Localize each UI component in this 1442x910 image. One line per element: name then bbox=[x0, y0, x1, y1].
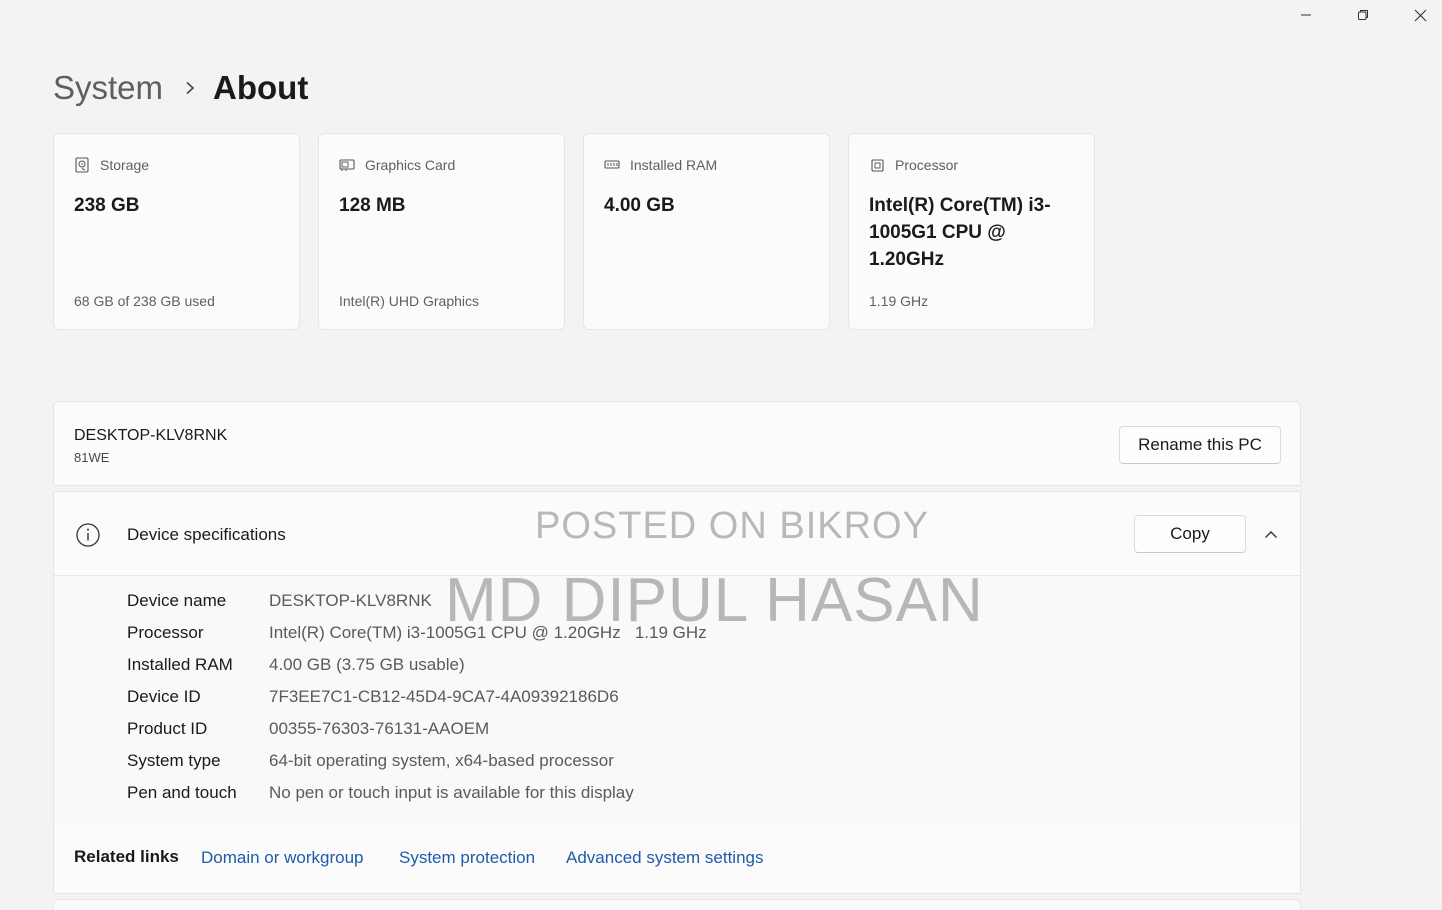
minimize-icon bbox=[1301, 14, 1311, 16]
system-protection-link[interactable]: System protection bbox=[399, 848, 535, 868]
spec-key: Product ID bbox=[127, 719, 208, 738]
spec-row-installed-ram: Installed RAM 4.00 GB (3.75 GB usable) bbox=[127, 653, 465, 677]
pc-name-panel: DESKTOP-KLV8RNK 81WE Rename this PC bbox=[53, 401, 1301, 486]
rename-pc-button[interactable]: Rename this PC bbox=[1119, 426, 1281, 464]
breadcrumb-system[interactable]: System bbox=[53, 69, 163, 107]
card-value: 4.00 GB bbox=[604, 195, 675, 216]
storage-icon bbox=[74, 157, 90, 173]
page-title: About bbox=[213, 69, 309, 106]
device-specifications-title: Device specifications bbox=[127, 525, 286, 544]
spec-key: Processor bbox=[127, 623, 204, 642]
info-icon bbox=[76, 523, 100, 547]
breadcrumb: System About bbox=[53, 64, 308, 112]
about-settings-page: System About Storage 238 GB 68 GB of 238… bbox=[0, 0, 1442, 910]
watermark-line-1: POSTED ON BIKROY bbox=[535, 505, 929, 547]
card-label: Installed RAM bbox=[630, 157, 718, 173]
processor-icon bbox=[869, 157, 885, 173]
spec-value: DESKTOP-KLV8RNK bbox=[269, 591, 432, 610]
spec-value: 64-bit operating system, x64-based proce… bbox=[269, 751, 614, 770]
card-label: Graphics Card bbox=[365, 157, 456, 173]
spec-value: 4.00 GB (3.75 GB usable) bbox=[269, 655, 465, 674]
spec-row-product-id: Product ID 00355-76303-76131-AAOEM bbox=[127, 717, 489, 741]
card-label: Storage bbox=[100, 157, 150, 173]
copy-button[interactable]: Copy bbox=[1134, 515, 1246, 553]
restore-button[interactable] bbox=[1340, 0, 1386, 30]
related-links-title: Related links bbox=[74, 847, 179, 866]
card-label: Processor bbox=[895, 157, 959, 173]
spec-key: Device ID bbox=[127, 687, 201, 706]
spec-value: 00355-76303-76131-AAOEM bbox=[269, 719, 490, 738]
graphics-card-icon bbox=[339, 157, 355, 173]
pc-name: DESKTOP-KLV8RNK bbox=[74, 427, 228, 444]
spec-key: Device name bbox=[127, 591, 227, 610]
restore-icon bbox=[1358, 10, 1368, 20]
spec-row-pen-and-touch: Pen and touch No pen or touch input is a… bbox=[127, 781, 634, 805]
spec-key: Pen and touch bbox=[127, 783, 237, 802]
minimize-button[interactable] bbox=[1283, 0, 1329, 30]
installed-ram-card: Installed RAM 4.00 GB bbox=[583, 133, 830, 330]
related-links-panel: Related links Domain or workgroup System… bbox=[53, 823, 1301, 894]
spec-row-system-type: System type 64-bit operating system, x64… bbox=[127, 749, 614, 773]
chevron-right-icon bbox=[185, 81, 195, 95]
watermark-line-2: MD DIPUL HASAN bbox=[445, 566, 984, 635]
card-detail: Intel(R) UHD Graphics bbox=[339, 293, 480, 309]
spec-value: 7F3EE7C1-CB12-45D4-9CA7-4A09392186D6 bbox=[269, 687, 619, 706]
chevron-up-icon[interactable] bbox=[1259, 522, 1283, 546]
close-icon bbox=[1414, 9, 1426, 21]
domain-or-workgroup-link[interactable]: Domain or workgroup bbox=[201, 848, 364, 868]
card-value: 128 MB bbox=[339, 195, 406, 216]
next-section-edge bbox=[53, 899, 1301, 910]
spec-key: Installed RAM bbox=[127, 655, 233, 674]
graphics-card-card: Graphics Card 128 MB Intel(R) UHD Graphi… bbox=[318, 133, 565, 330]
pc-model: 81WE bbox=[74, 450, 110, 465]
spec-key: System type bbox=[127, 751, 221, 770]
card-detail: 68 GB of 238 GB used bbox=[74, 293, 215, 309]
card-value: 238 GB bbox=[74, 195, 140, 216]
spec-value: No pen or touch input is available for t… bbox=[269, 783, 634, 802]
ram-icon bbox=[604, 157, 620, 173]
card-detail: 1.19 GHz bbox=[869, 293, 929, 309]
spec-row-device-name: Device name DESKTOP-KLV8RNK bbox=[127, 589, 432, 613]
storage-card: Storage 238 GB 68 GB of 238 GB used bbox=[53, 133, 300, 330]
spec-row-device-id: Device ID 7F3EE7C1-CB12-45D4-9CA7-4A0939… bbox=[127, 685, 619, 709]
processor-card: Processor Intel(R) Core(TM) i3-1005G1 CP… bbox=[848, 133, 1095, 330]
advanced-system-settings-link[interactable]: Advanced system settings bbox=[566, 848, 763, 868]
card-value: Intel(R) Core(TM) i3-1005G1 CPU @ 1.20GH… bbox=[869, 195, 1051, 270]
close-button[interactable] bbox=[1397, 0, 1442, 30]
